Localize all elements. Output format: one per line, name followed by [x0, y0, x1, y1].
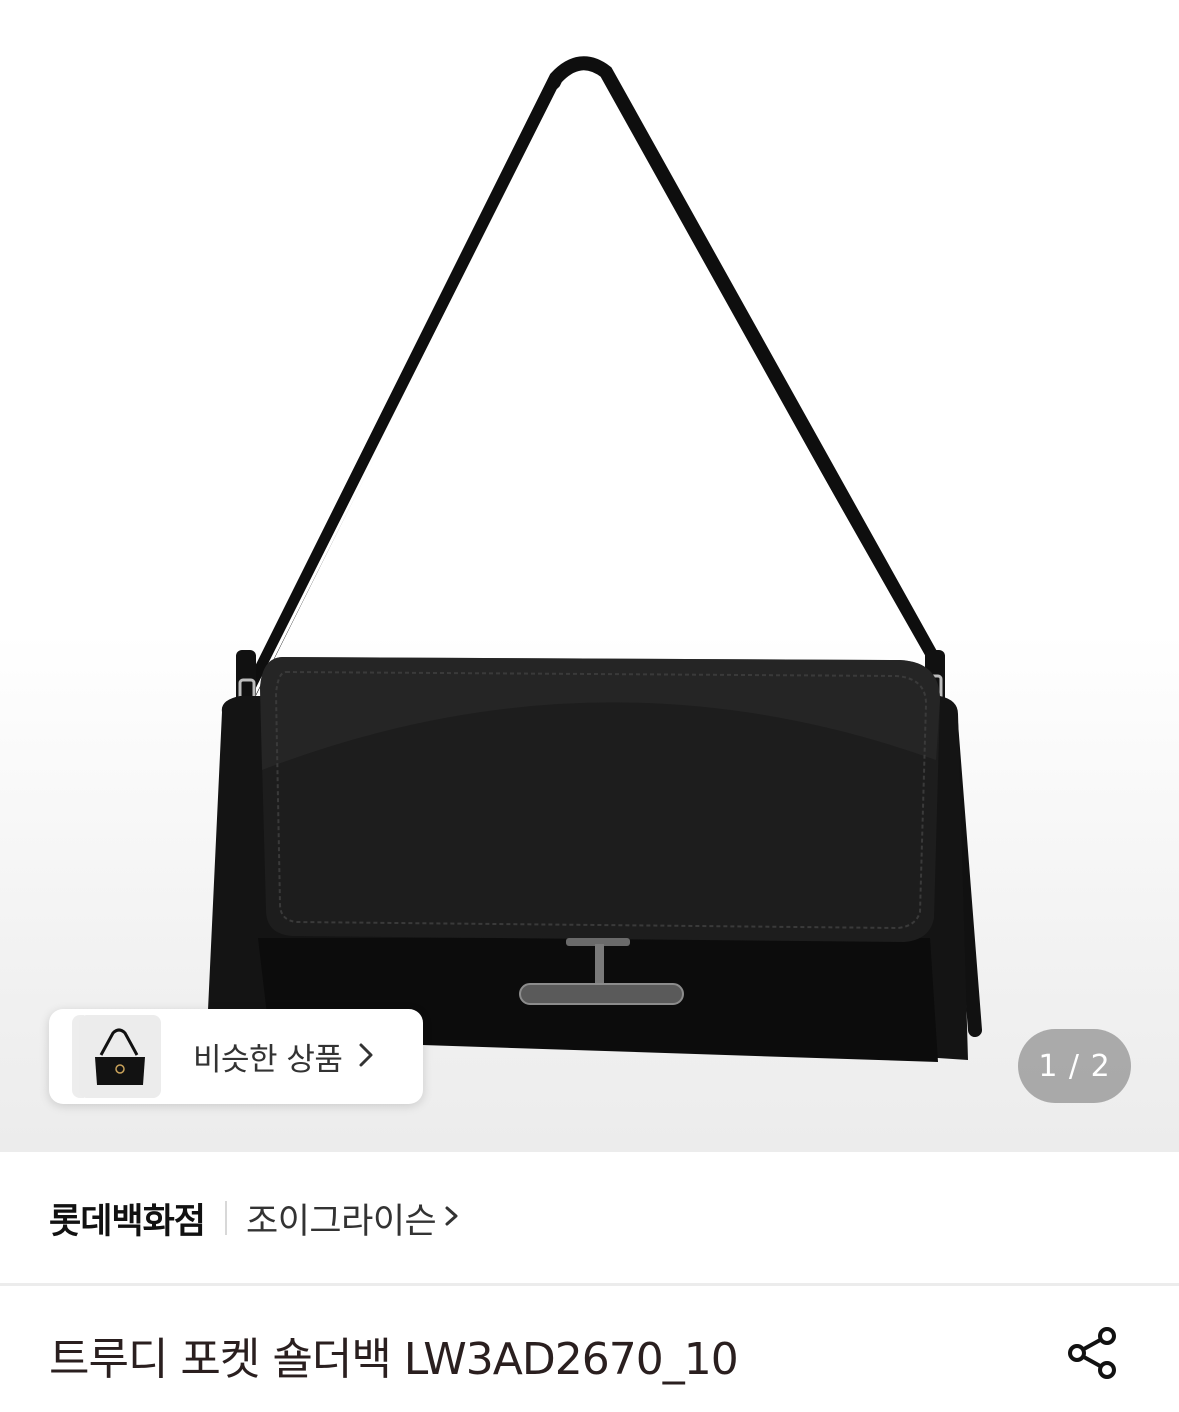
- chevron-right-icon: [356, 1042, 376, 1072]
- chevron-right-icon: [444, 1202, 460, 1234]
- brand-name: 조이그라이슨: [246, 1201, 437, 1242]
- similar-products-thumbnails: [49, 1009, 169, 1104]
- similar-product-thumbnail: [79, 1015, 161, 1098]
- product-image-gallery[interactable]: 비슷한 상품 1 / 2: [0, 0, 1179, 1152]
- similar-products-button[interactable]: 비슷한 상품: [49, 1009, 423, 1104]
- share-icon: [1068, 1327, 1116, 1379]
- section-divider: [0, 1283, 1179, 1286]
- product-image: [208, 56, 982, 1062]
- store-info-row: 롯데백화점 조이그라이슨: [49, 1188, 460, 1248]
- brand-link[interactable]: 조이그라이슨: [246, 1193, 460, 1244]
- image-page-counter: 1 / 2: [1018, 1029, 1131, 1103]
- store-divider: [225, 1201, 228, 1235]
- store-name: 롯데백화점: [49, 1201, 206, 1242]
- product-title: 트루디 포켓 숄더백 LW3AD2670_10: [49, 1334, 739, 1385]
- share-button[interactable]: [1062, 1322, 1124, 1384]
- similar-products-label: 비슷한 상품: [193, 1042, 343, 1078]
